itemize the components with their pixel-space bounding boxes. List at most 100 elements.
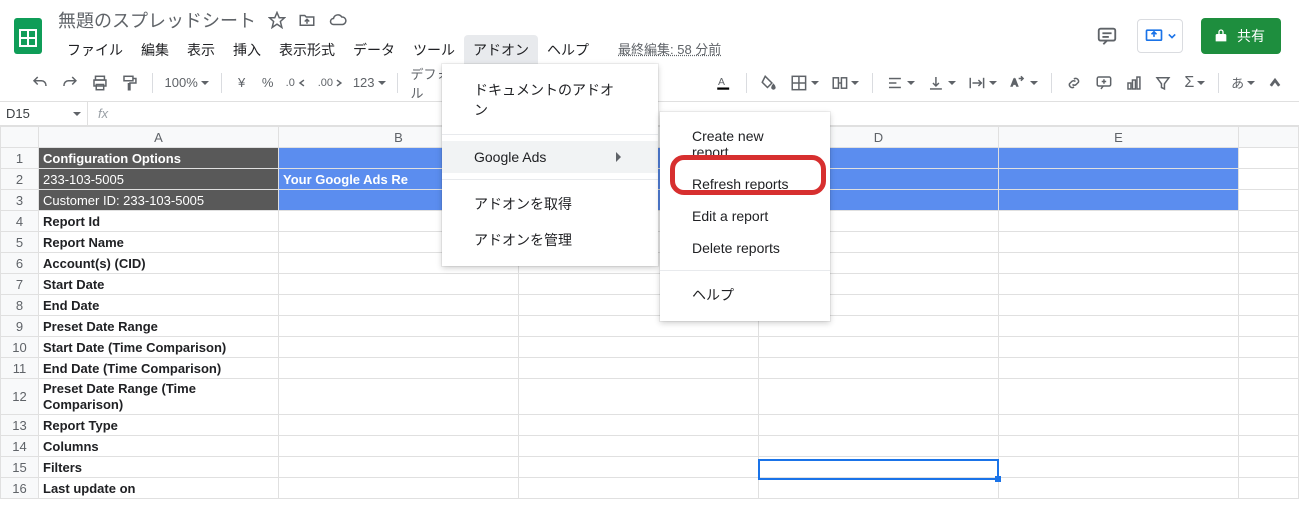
row-header[interactable]: 11 [1, 358, 39, 379]
cell[interactable] [999, 358, 1239, 379]
menu-item-manage-addons[interactable]: アドオンを管理 [442, 222, 658, 258]
row-header[interactable]: 13 [1, 415, 39, 436]
cell[interactable]: Configuration Options [39, 148, 279, 169]
cell[interactable] [1239, 316, 1299, 337]
increase-decimal[interactable]: .00 [314, 70, 347, 96]
cell[interactable]: Report Name [39, 232, 279, 253]
menu-addons[interactable]: アドオン [464, 35, 538, 65]
toolbar-collapse-icon[interactable] [1263, 70, 1287, 96]
name-box[interactable]: D15 [0, 102, 88, 125]
cell[interactable]: Start Date (Time Comparison) [39, 337, 279, 358]
row-header[interactable]: 2 [1, 169, 39, 190]
submenu-delete[interactable]: Delete reports [660, 232, 830, 264]
present-button[interactable] [1137, 19, 1183, 53]
doc-title[interactable]: 無題のスプレッドシート [58, 7, 256, 33]
cell[interactable] [279, 436, 519, 457]
menu-view[interactable]: 表示 [178, 35, 224, 65]
cell[interactable] [999, 337, 1239, 358]
cell[interactable] [519, 415, 759, 436]
cell[interactable]: 233-103-5005 [39, 169, 279, 190]
submenu-help[interactable]: ヘルプ [660, 277, 830, 313]
cell[interactable] [1239, 211, 1299, 232]
cell[interactable] [1239, 457, 1299, 478]
cell[interactable]: Columns [39, 436, 279, 457]
cell[interactable] [1239, 295, 1299, 316]
cell[interactable] [1239, 274, 1299, 295]
cell[interactable] [999, 190, 1239, 211]
cell[interactable]: Report Type [39, 415, 279, 436]
cell[interactable] [519, 457, 759, 478]
cell[interactable] [519, 436, 759, 457]
cell[interactable] [1239, 478, 1299, 499]
cell[interactable] [999, 436, 1239, 457]
cell[interactable] [279, 415, 519, 436]
menu-tools[interactable]: ツール [404, 35, 464, 65]
cell[interactable] [999, 316, 1239, 337]
cell[interactable] [759, 457, 999, 478]
borders-icon[interactable] [785, 70, 824, 96]
cell[interactable] [1239, 232, 1299, 253]
menu-item-doc-addons[interactable]: ドキュメントのアドオン [442, 72, 658, 128]
menu-help[interactable]: ヘルプ [538, 35, 598, 65]
undo-icon[interactable] [26, 70, 54, 96]
cell[interactable] [999, 232, 1239, 253]
cell[interactable] [279, 457, 519, 478]
cell[interactable] [999, 253, 1239, 274]
cell[interactable] [759, 358, 999, 379]
cell[interactable] [1239, 253, 1299, 274]
sheets-logo[interactable] [8, 16, 48, 56]
cell[interactable] [519, 358, 759, 379]
row-header[interactable]: 16 [1, 478, 39, 499]
print-icon[interactable] [86, 70, 114, 96]
cell[interactable] [279, 478, 519, 499]
submenu-create[interactable]: Create new report [660, 120, 830, 168]
share-button[interactable]: 共有 [1201, 18, 1281, 54]
menu-file[interactable]: ファイル [58, 35, 132, 65]
cell[interactable] [279, 295, 519, 316]
cell[interactable] [999, 478, 1239, 499]
currency-yen[interactable]: ¥ [230, 70, 254, 96]
percent-button[interactable]: % [256, 70, 280, 96]
row-header[interactable]: 4 [1, 211, 39, 232]
cell[interactable] [999, 274, 1239, 295]
cell[interactable] [999, 169, 1239, 190]
cell[interactable]: Filters [39, 457, 279, 478]
cell[interactable] [759, 337, 999, 358]
fill-color-icon[interactable] [755, 70, 783, 96]
menu-format[interactable]: 表示形式 [270, 35, 344, 65]
cell[interactable] [999, 415, 1239, 436]
row-header[interactable]: 5 [1, 232, 39, 253]
move-icon[interactable] [298, 11, 316, 29]
cell[interactable] [519, 478, 759, 499]
cell[interactable] [759, 478, 999, 499]
cell[interactable] [999, 148, 1239, 169]
cell[interactable] [1239, 415, 1299, 436]
cell[interactable] [1239, 379, 1299, 415]
cell[interactable]: Customer ID: 233-103-5005 [39, 190, 279, 211]
col-header-extra[interactable] [1239, 127, 1299, 148]
halign-icon[interactable] [881, 70, 920, 96]
cell[interactable]: Account(s) (CID) [39, 253, 279, 274]
cell[interactable] [759, 379, 999, 415]
comments-icon[interactable] [1095, 24, 1119, 48]
functions-icon[interactable]: Σ [1179, 70, 1210, 96]
cell[interactable] [999, 211, 1239, 232]
text-color-icon[interactable]: A [710, 70, 738, 96]
cloud-icon[interactable] [328, 11, 348, 29]
cell[interactable]: Start Date [39, 274, 279, 295]
cell[interactable] [279, 379, 519, 415]
cell[interactable] [999, 295, 1239, 316]
cell[interactable] [1239, 337, 1299, 358]
cell[interactable] [1239, 436, 1299, 457]
paint-format-icon[interactable] [116, 70, 144, 96]
row-header[interactable]: 12 [1, 379, 39, 415]
ime-button[interactable]: あ [1227, 70, 1259, 96]
cell[interactable] [279, 358, 519, 379]
star-icon[interactable] [268, 11, 286, 29]
menu-data[interactable]: データ [344, 35, 404, 65]
zoom-select[interactable]: 100% [161, 70, 213, 96]
more-formats[interactable]: 123 [349, 70, 390, 96]
row-header[interactable]: 15 [1, 457, 39, 478]
cell[interactable] [519, 379, 759, 415]
select-all-corner[interactable] [1, 127, 39, 148]
